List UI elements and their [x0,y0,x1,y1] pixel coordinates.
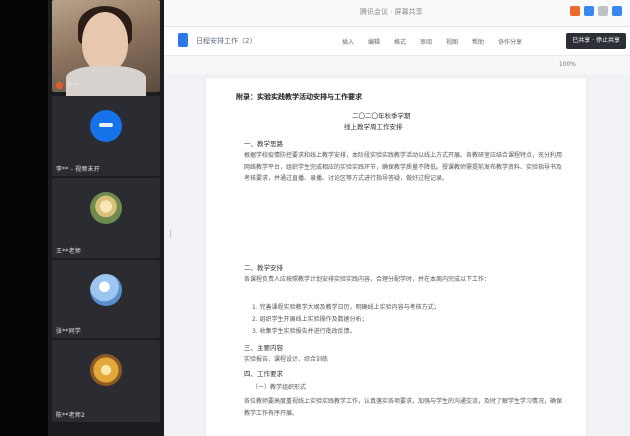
menu-format[interactable]: 格式 [394,37,406,46]
participant-name: 李** [66,82,79,89]
menu-insert[interactable]: 插入 [342,37,354,46]
menu-edit[interactable]: 编辑 [368,37,380,46]
window-controls [570,6,622,16]
zoom-level[interactable]: 100% [559,61,576,68]
document-heading: 附录：实验实践教学活动安排与工作要求 [236,93,362,101]
section-title: 三、主要内容 [244,344,283,352]
subheading: （一）教学组织形式 [252,384,307,391]
participant-panel: 李** 李** - 视频未开 王**老师 张**同学 陈**老师2 [48,0,164,436]
document-subtitle: 二〇二〇年秋季学期 [352,112,411,120]
splitter-handle[interactable] [170,230,177,238]
section-title: 一、教学思路 [244,140,283,148]
participant-tile[interactable]: 王**老师 [52,178,160,258]
menu-view[interactable]: 视图 [446,37,458,46]
participant-name: 张**同学 [56,328,82,335]
menu-review[interactable]: 审阅 [420,37,432,46]
participant-avatar [90,354,122,386]
participant-avatar [90,274,122,306]
participant-name: 李** - 视频未开 [56,166,100,173]
participant-name: 陈**老师2 [56,412,86,419]
participant-avatar [90,192,122,224]
participant-tile[interactable]: 李** - 视频未开 [52,96,160,176]
minimize-icon[interactable] [598,6,608,16]
participant-avatar [90,110,122,142]
close-icon[interactable] [612,6,622,16]
section-title: 四、工作要求 [244,370,283,378]
section-paragraph: 各位教师要高度重视线上实验实践教学工作，认真落实各项要求，加强与学生的沟通交流，… [244,398,563,417]
list-item: 2. 组织学生开展线上实验操作及数据分析； [252,316,368,323]
format-subbar: 100% [164,56,630,74]
document-name[interactable]: 日程安排工作（2） [196,36,256,46]
participant-video-tile[interactable]: 李** [52,0,160,96]
user-icon[interactable] [584,6,594,16]
list-item: 1. 完善课程实验教学大纲及教学日历，明确线上实验内容与考核方式； [252,304,440,311]
stop-share-button[interactable]: 已共享 · 停止共享 [566,33,626,49]
mic-icon [56,82,63,89]
participant-face [82,12,128,72]
document-icon [178,33,188,47]
menu-collaborate[interactable]: 协作分享 [498,37,522,46]
document-subtitle: 线上教学周工作安排 [344,123,403,131]
section-paragraph: 各课程负责人应按照教学计划安排实验实践内容，合理分配学时，并在本周内完成以下工作… [244,276,491,283]
participant-tile[interactable]: 张**同学 [52,260,160,338]
doc-toolbar: 日程安排工作（2） 插入 编辑 格式 审阅 视图 帮助 协作分享 已共享 · 停… [164,27,630,56]
screen-border [0,0,48,436]
menu-help[interactable]: 帮助 [472,37,484,46]
list-item: 3. 收集学生实验报告并进行批改反馈。 [252,328,356,335]
app-icon[interactable] [570,6,580,16]
participant-tile[interactable]: 陈**老师2 [52,340,160,422]
participant-name: 王**老师 [56,248,82,255]
section-paragraph: 实验报告、课程设计、综合训练 [244,356,329,363]
window-titlebar: 腾讯会议 · 屏幕共享 [164,0,630,27]
section-title: 二、教学安排 [244,264,283,272]
window-title: 腾讯会议 · 屏幕共享 [360,8,423,16]
section-paragraph: 根据学校疫情防控要求和线上教学安排，本阶段实验实践教学活动以线上方式开展。各教研… [244,152,563,182]
